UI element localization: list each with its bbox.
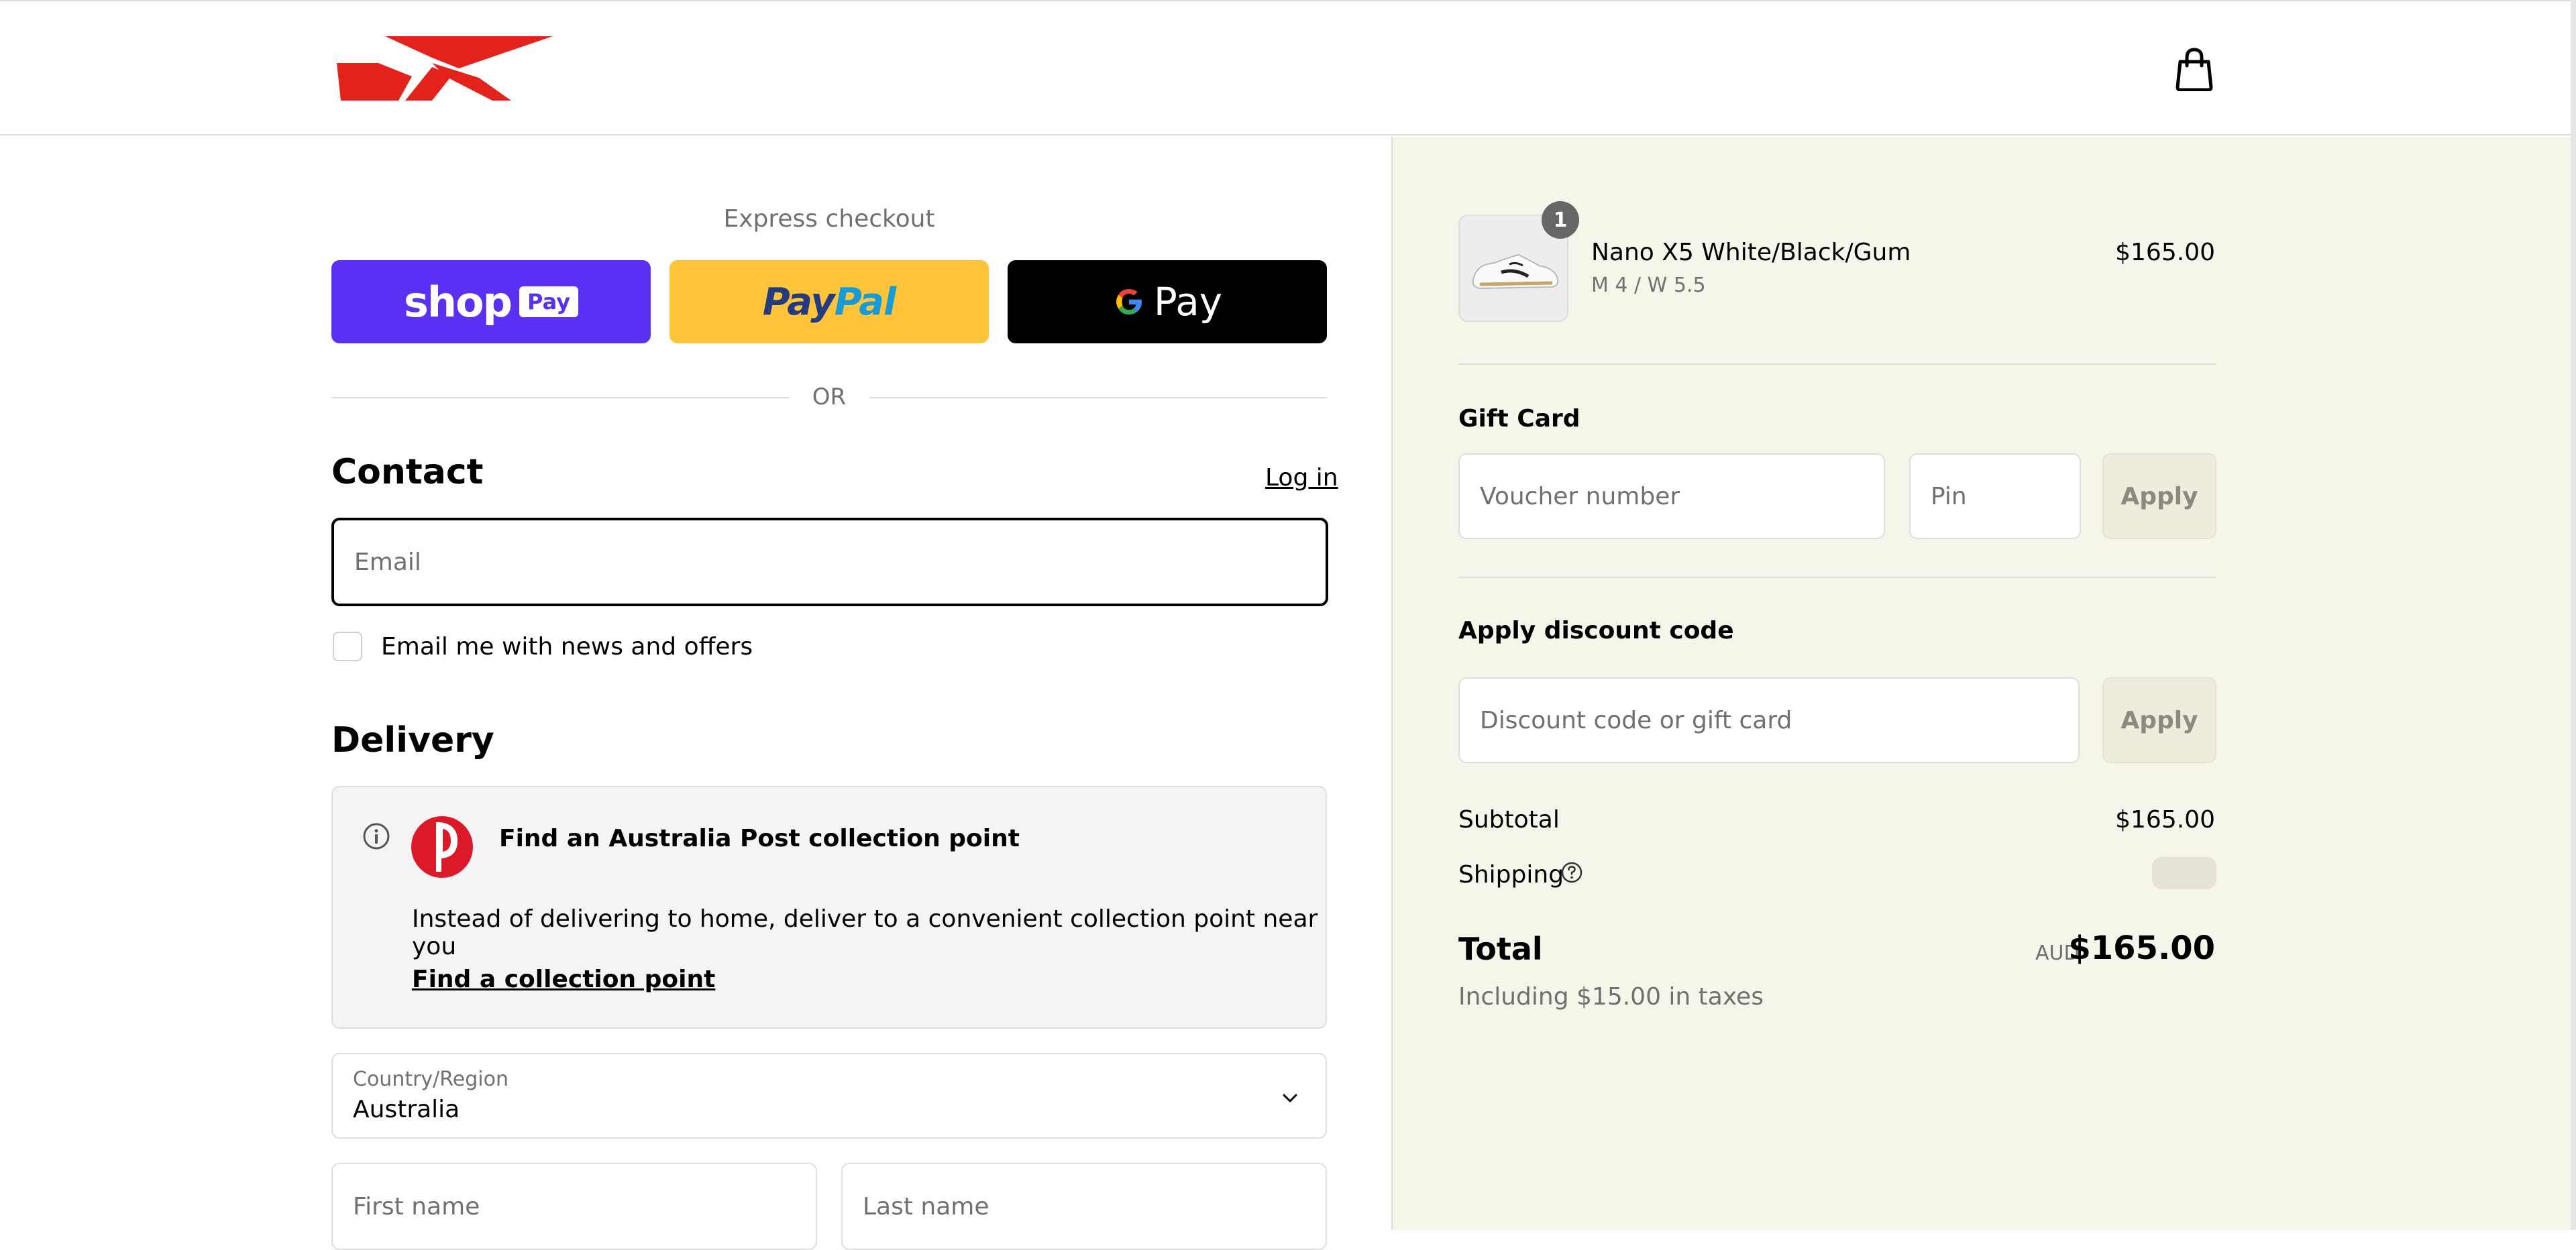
country-region-select[interactable]: Country/Region Australia (331, 1053, 1327, 1139)
question-help-icon[interactable] (1560, 861, 1583, 884)
newsletter-checkbox[interactable] (333, 632, 362, 661)
first-name-input[interactable] (331, 1163, 817, 1250)
google-g-icon (1116, 289, 1142, 315)
apply-discount-button[interactable]: Apply (2102, 677, 2216, 763)
collection-point-description: Instead of delivering to home, deliver t… (412, 905, 1318, 960)
newsletter-label: Email me with news and offers (381, 633, 753, 661)
divider-line-right (869, 397, 1327, 398)
voucher-number-input[interactable] (1458, 453, 1885, 539)
country-region-label: Country/Region (353, 1068, 508, 1091)
last-name-input[interactable] (841, 1163, 1327, 1250)
summary-divider (1458, 577, 2216, 578)
subtotal-value: $165.00 (2115, 806, 2215, 834)
scrollbar[interactable] (2571, 0, 2576, 1230)
australia-post-logo-icon (411, 816, 473, 878)
login-link[interactable]: Log in (1265, 464, 1338, 492)
express-checkout-title: Express checkout (723, 205, 935, 233)
quantity-badge: 1 (1542, 201, 1579, 239)
shop-pay-badge: Pay (519, 286, 579, 317)
google-pay-button[interactable]: Pay (1008, 260, 1327, 343)
shop-pay-button[interactable]: shop Pay (331, 260, 651, 343)
email-input[interactable] (331, 518, 1328, 606)
discount-heading: Apply discount code (1458, 617, 1734, 644)
divider-line-left (331, 397, 789, 398)
reebok-delta-logo-icon[interactable] (331, 36, 553, 101)
chevron-down-icon (1283, 1094, 1297, 1102)
paypal-wordmark: PayPal (762, 280, 896, 324)
discount-code-input[interactable] (1458, 677, 2080, 763)
site-header (0, 0, 2576, 135)
or-label: OR (812, 384, 847, 410)
product-price: $165.00 (2115, 239, 2215, 266)
info-icon (363, 823, 390, 850)
subtotal-label: Subtotal (1458, 806, 1560, 834)
product-variant: M 4 / W 5.5 (1591, 274, 1706, 297)
delivery-heading: Delivery (331, 720, 494, 760)
or-divider: OR (331, 384, 1327, 413)
total-label: Total (1458, 931, 1543, 967)
shop-pay-wordmark: shop (403, 277, 513, 327)
summary-divider (1458, 363, 2216, 365)
gift-card-heading: Gift Card (1458, 405, 1580, 433)
apply-gift-card-button[interactable]: Apply (2102, 453, 2216, 539)
shipping-label: Shipping (1458, 861, 1564, 889)
shopping-bag-icon[interactable] (2174, 47, 2215, 91)
product-name: Nano X5 White/Black/Gum (1591, 239, 1911, 266)
country-region-value: Australia (353, 1096, 460, 1123)
taxes-note: Including $15.00 in taxes (1458, 983, 1764, 1011)
collection-point-title: Find an Australia Post collection point (499, 825, 1020, 852)
pin-input[interactable] (1909, 453, 2081, 539)
contact-heading: Contact (331, 452, 484, 492)
google-pay-wordmark: Pay (1153, 279, 1223, 325)
shipping-cost-placeholder (2152, 857, 2216, 889)
find-collection-point-link[interactable]: Find a collection point (412, 966, 715, 993)
paypal-button[interactable]: PayPal (669, 260, 989, 343)
collection-point-notice: Find an Australia Post collection point … (331, 786, 1327, 1029)
total-value: $165.00 (2068, 929, 2215, 967)
